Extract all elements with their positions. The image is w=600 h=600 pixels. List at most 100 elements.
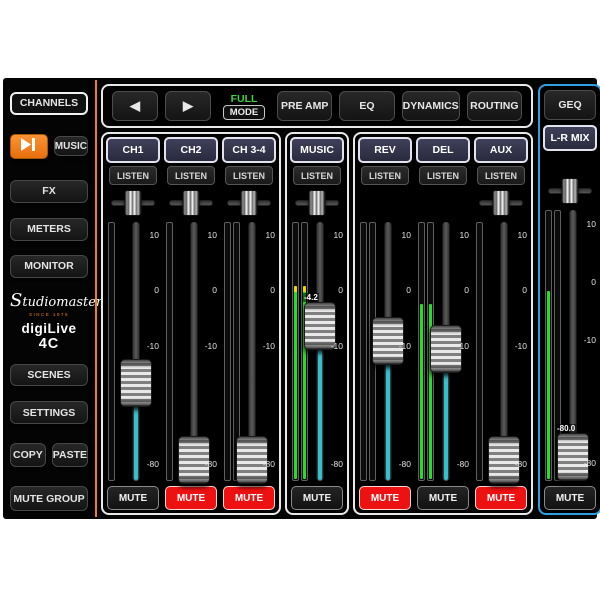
brand-logo: Studiomaster since 1976 digiLive 4C <box>10 290 88 352</box>
fader-value-label: -4.2 <box>303 293 319 302</box>
scale-tick: -80 <box>399 459 411 469</box>
dynamics-tab[interactable]: DYNAMICS <box>402 91 460 121</box>
listen-button[interactable]: LISTEN <box>361 166 409 185</box>
mute-button[interactable]: MUTE <box>107 486 159 510</box>
listen-button[interactable]: LISTEN <box>419 166 467 185</box>
skip-forward-icon <box>21 138 36 154</box>
fader-scale: 100-10-80 <box>258 220 276 483</box>
mute-button[interactable]: MUTE <box>475 486 527 510</box>
scale-tick: 0 <box>464 285 469 295</box>
channel-strip: DEL LISTEN 10 0 -10 -80 MUTE <box>415 136 471 511</box>
scale-tick: -80 <box>205 459 217 469</box>
fader-area: 10 0 -10 -80 <box>415 220 471 483</box>
channel-select-button[interactable]: REV <box>358 137 412 163</box>
scale-tick: 10 <box>334 230 343 240</box>
play-transport-button[interactable] <box>10 134 48 159</box>
mute-button[interactable]: MUTE <box>223 486 275 510</box>
scale-tick: 0 <box>406 285 411 295</box>
channel-select-button[interactable]: DEL <box>416 137 470 163</box>
music-source-button[interactable]: MUSIC <box>54 136 88 156</box>
channel-group-music: MUSIC LISTEN -4.2 100-10-80 MUTE <box>285 132 349 515</box>
mute-button[interactable]: MUTE <box>291 486 343 510</box>
settings-button[interactable]: SETTINGS <box>10 401 88 424</box>
scale-tick: -10 <box>399 341 411 351</box>
scale-tick: -10 <box>584 335 596 345</box>
eq-tab[interactable]: EQ <box>339 91 394 121</box>
scale-tick: -10 <box>457 341 469 351</box>
fader-area: 100-10-80 <box>473 220 529 483</box>
channel-select-button[interactable]: AUX <box>474 137 528 163</box>
listen-button[interactable]: LISTEN <box>109 166 157 185</box>
fader-scale: 100-10-80 <box>510 220 528 483</box>
fader-area: 100-10-80 <box>105 220 161 483</box>
pan-slider[interactable] <box>289 188 345 218</box>
channel-strip: CH2 LISTEN 100-10-80 MUTE <box>163 136 219 511</box>
mute-button[interactable]: MUTE <box>359 486 411 510</box>
scale-tick: 10 <box>208 230 217 240</box>
mute-button[interactable]: MUTE <box>165 486 217 510</box>
brand-tagline: since 1976 <box>10 312 88 317</box>
meters-button[interactable]: METERS <box>10 218 88 241</box>
pan-knob[interactable] <box>493 190 510 216</box>
level-meter <box>166 222 173 481</box>
level-meter <box>108 222 115 481</box>
channel-select-button[interactable]: CH 3-4 <box>222 137 276 163</box>
pan-knob[interactable] <box>125 190 142 216</box>
geq-button[interactable]: GEQ <box>544 90 596 120</box>
scale-tick: -80 <box>515 459 527 469</box>
channels-button[interactable]: CHANNELS <box>10 92 88 115</box>
scale-tick: -10 <box>331 341 343 351</box>
pan-slider[interactable] <box>163 188 219 218</box>
scale-tick: -80 <box>457 459 469 469</box>
mute-button[interactable]: MUTE <box>544 486 596 510</box>
fader-area: -80.0 100-10-80 <box>542 208 598 483</box>
topbar: ◀ ▶ FULL MODE PRE AMP EQ DYNAMICS ROUTIN… <box>101 84 533 128</box>
level-meter <box>418 222 425 481</box>
pan-slider[interactable] <box>221 188 277 218</box>
fx-button[interactable]: FX <box>10 180 88 203</box>
fader-scale: 100-10-80 <box>579 208 597 483</box>
fader-scale: 100-10-80 <box>326 220 344 483</box>
scale-tick: -10 <box>515 341 527 351</box>
pan-slider[interactable] <box>105 188 161 218</box>
prev-channel-button[interactable]: ◀ <box>112 91 158 121</box>
digilive-logo: digiLive 4C <box>10 321 88 352</box>
scale-tick: 10 <box>460 230 469 240</box>
scale-tick: -80 <box>331 459 343 469</box>
pan-knob[interactable] <box>562 178 579 204</box>
pan-knob[interactable] <box>183 190 200 216</box>
pan-slider[interactable] <box>542 176 598 206</box>
pan-slider[interactable] <box>473 188 529 218</box>
fader-area: 100-10-80 <box>163 220 219 483</box>
routing-tab[interactable]: ROUTING <box>467 91 522 121</box>
level-meter <box>360 222 367 481</box>
mode-indicator: FULL MODE <box>218 93 270 120</box>
listen-button[interactable]: LISTEN <box>225 166 273 185</box>
level-meter <box>224 222 231 481</box>
channel-select-button[interactable]: MUSIC <box>290 137 344 163</box>
next-channel-button[interactable]: ▶ <box>165 91 211 121</box>
mixer-app: CHANNELS MUSIC FX METERS MONITOR Studiom… <box>3 78 597 519</box>
fader-fill <box>134 405 138 480</box>
mute-group-button[interactable]: MUTE GROUP <box>10 486 88 511</box>
channel-select-button[interactable]: CH2 <box>164 137 218 163</box>
listen-button[interactable]: LISTEN <box>477 166 525 185</box>
paste-button[interactable]: PASTE <box>52 443 88 467</box>
pan-knob[interactable] <box>241 190 258 216</box>
scenes-button[interactable]: SCENES <box>10 364 88 387</box>
listen-button[interactable]: LISTEN <box>293 166 341 185</box>
fader-scale: 10 0 -10 -80 <box>452 220 470 483</box>
listen-button[interactable]: LISTEN <box>167 166 215 185</box>
channel-select-button[interactable]: L-R MIX <box>543 125 597 151</box>
mute-button[interactable]: MUTE <box>417 486 469 510</box>
scale-tick: 0 <box>591 277 596 287</box>
pan-knob[interactable] <box>309 190 326 216</box>
preamp-tab[interactable]: PRE AMP <box>277 91 332 121</box>
copy-button[interactable]: COPY <box>10 443 46 467</box>
scale-tick: 0 <box>154 285 159 295</box>
fader-area: 100-10-80 <box>221 220 277 483</box>
channel-select-button[interactable]: CH1 <box>106 137 160 163</box>
mode-button[interactable]: MODE <box>223 105 266 120</box>
left-arrow-icon: ◀ <box>130 98 140 113</box>
monitor-button[interactable]: MONITOR <box>10 255 88 278</box>
